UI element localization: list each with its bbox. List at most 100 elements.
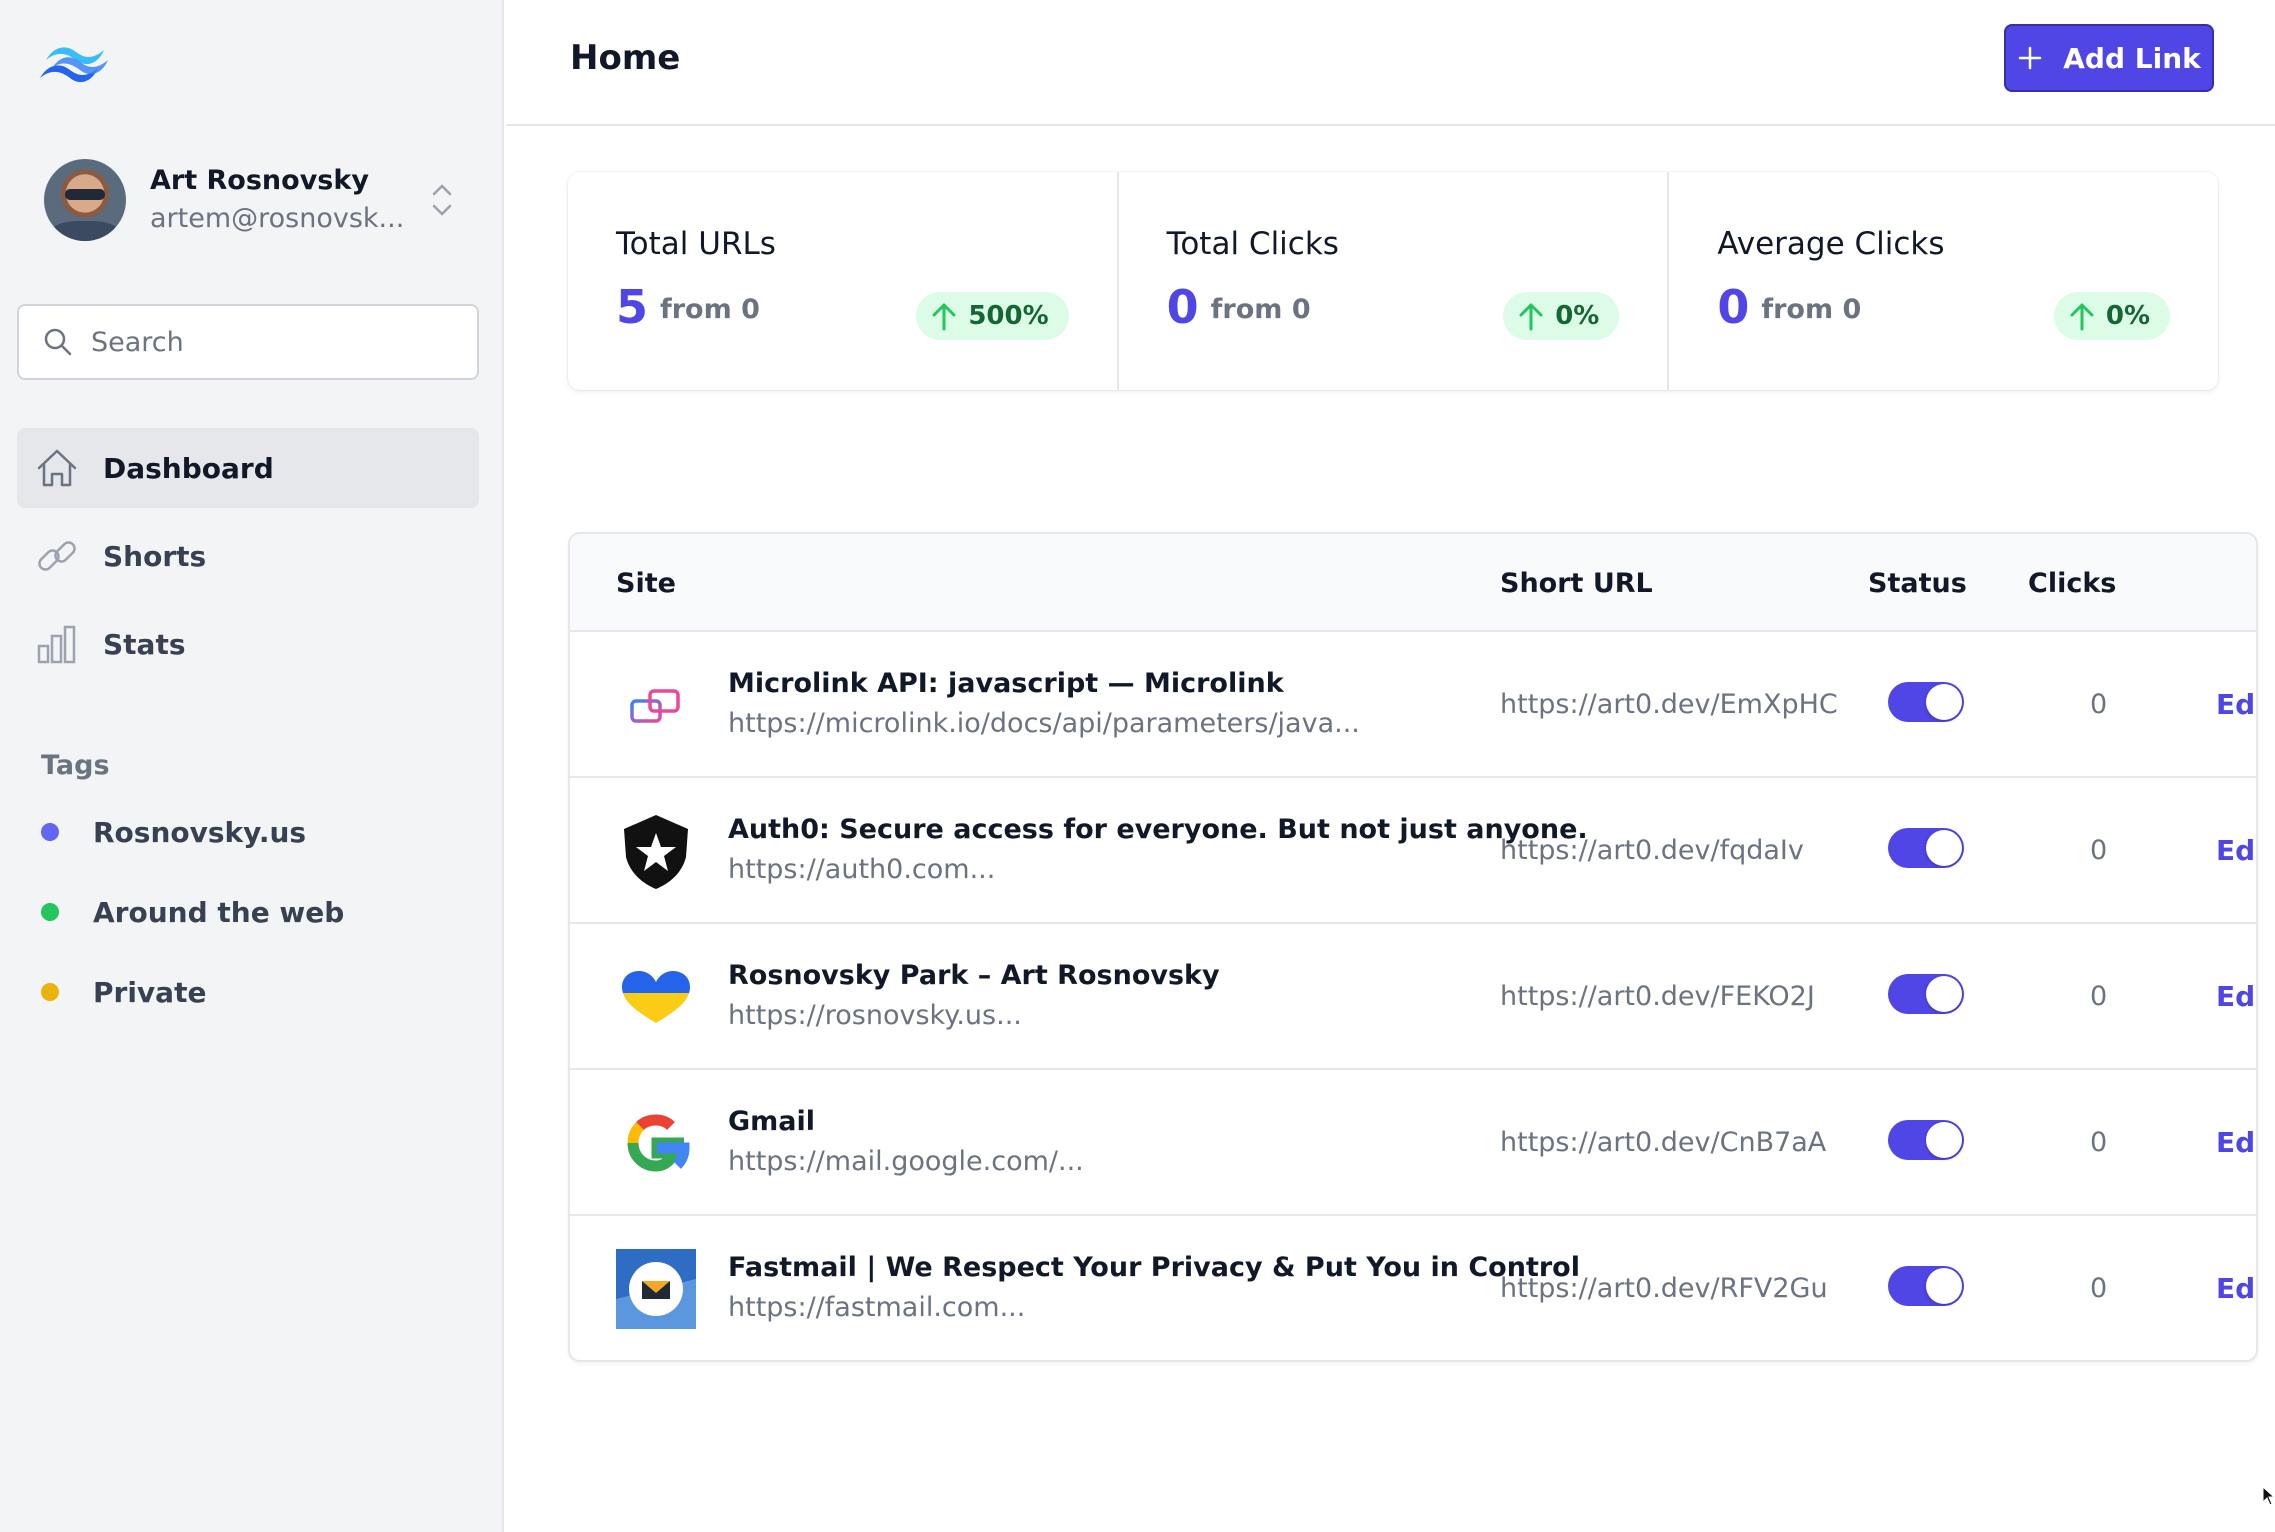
status-toggle[interactable] [1888,1266,1964,1306]
user-menu[interactable]: Art Rosnovsky artem@rosnovsk... [44,158,464,242]
site-url: https://mail.google.com/... [728,1146,1084,1177]
ukraine-heart-icon [622,971,690,1023]
arrow-up-icon [2070,303,2094,331]
stat-total-clicks: Total Clicks 0 from 0 0% [1119,172,1670,390]
status-toggle[interactable] [1888,974,1964,1014]
stat-change-badge: 0% [2053,292,2171,340]
main-content: Home Add Link Total URLs 5 from 0 500% T… [506,0,2275,1532]
auth0-logo-icon [624,815,688,889]
tailwind-logo-icon[interactable] [40,38,116,88]
nav-item-shorts[interactable]: Shorts [17,516,479,596]
top-bar: Home Add Link [506,0,2275,126]
site-url: https://auth0.com... [728,854,996,885]
tag-item-rosnovsky[interactable]: Rosnovsky.us [17,792,479,872]
nav-item-label: Dashboard [103,451,274,485]
edit-link[interactable]: Edit [2216,1126,2256,1159]
stat-change: 500% [968,301,1049,331]
table-row: Fastmail | We Respect Your Privacy & Put… [570,1216,2256,1360]
nav-item-label: Stats [103,627,186,661]
site-title[interactable]: Fastmail | We Respect Your Privacy & Put… [728,1252,1580,1283]
stat-change: 0% [1555,301,1600,331]
click-count: 0 [2090,1273,2108,1304]
chevron-up-down-icon [432,184,452,216]
stat-value: 0 [1166,280,1199,334]
tag-label: Around the web [93,895,345,929]
page-title: Home [570,38,681,78]
stat-average-clicks: Average Clicks 0 from 0 0% [1669,172,2218,390]
home-icon [37,449,77,487]
stat-change: 0% [2105,301,2151,331]
site-url: https://microlink.io/docs/api/parameters… [728,708,1360,739]
tag-list: Rosnovsky.us Around the web Private [17,792,479,1032]
click-count: 0 [2090,1127,2108,1158]
edit-link[interactable]: Edit [2216,834,2256,867]
stat-label: Total Clicks [1166,226,1339,262]
table-row: Rosnovsky Park – Art Rosnovsky https://r… [570,924,2256,1070]
tag-item-private[interactable]: Private [17,952,479,1032]
click-count: 0 [2090,981,2108,1012]
tag-color-dot [41,983,59,1001]
site-url: https://fastmail.com... [728,1292,1026,1323]
search-icon [44,328,72,356]
stat-previous: from 0 [1210,294,1311,325]
user-name: Art Rosnovsky [150,165,369,196]
table-header: Site Short URL Status Clicks [570,534,2256,632]
column-header-site[interactable]: Site [616,568,676,599]
tag-label: Rosnovsky.us [93,815,307,849]
avatar [44,159,126,241]
tag-label: Private [93,975,207,1009]
site-title[interactable]: Gmail [728,1106,815,1137]
column-header-short-url[interactable]: Short URL [1500,568,1653,599]
stats-panel: Total URLs 5 from 0 500% Total Clicks 0 … [568,172,2218,390]
sidebar: Art Rosnovsky artem@rosnovsk... Dashboar… [0,0,504,1532]
edit-link[interactable]: Edit [2216,980,2256,1013]
stat-label: Total URLs [616,226,776,262]
site-title[interactable]: Microlink API: javascript — Microlink [728,668,1284,699]
nav-item-dashboard[interactable]: Dashboard [17,428,479,508]
short-url[interactable]: https://art0.dev/EmXpHC [1500,689,1838,720]
search-input[interactable] [91,326,471,358]
mouse-cursor-icon [2262,1486,2275,1506]
search-box[interactable] [17,304,479,380]
user-email: artem@rosnovsk... [150,203,405,234]
add-link-button[interactable]: Add Link [2004,24,2214,92]
site-title[interactable]: Rosnovsky Park – Art Rosnovsky [728,960,1220,991]
short-url[interactable]: https://art0.dev/RFV2Gu [1500,1273,1828,1304]
status-toggle[interactable] [1888,682,1964,722]
status-toggle[interactable] [1888,828,1964,868]
tag-item-around-the-web[interactable]: Around the web [17,872,479,952]
bar-chart-icon [37,625,76,664]
tags-heading: Tags [41,750,110,781]
tag-color-dot [41,903,59,921]
stat-value: 5 [616,280,649,334]
fastmail-logo-icon [616,1249,696,1329]
link-icon [38,541,76,571]
stat-value: 0 [1717,280,1750,334]
edit-link[interactable]: Edit [2216,688,2256,721]
column-header-clicks[interactable]: Clicks [2028,568,2116,599]
microlink-logo-icon [630,689,680,723]
short-url[interactable]: https://art0.dev/fqdaIv [1500,835,1804,866]
column-header-status[interactable]: Status [1868,568,1967,599]
click-count: 0 [2090,689,2108,720]
arrow-up-icon [932,303,956,331]
status-toggle[interactable] [1888,1120,1964,1160]
table-row: Gmail https://mail.google.com/... https:… [570,1070,2256,1216]
stat-change-badge: 500% [916,292,1069,340]
add-link-label: Add Link [2063,41,2201,75]
nav-item-stats[interactable]: Stats [17,604,479,684]
nav-item-label: Shorts [103,539,207,573]
stat-label: Average Clicks [1717,226,1945,262]
site-title[interactable]: Auth0: Secure access for everyone. But n… [728,814,1588,845]
site-url: https://rosnovsky.us... [728,1000,1022,1031]
click-count: 0 [2090,835,2108,866]
stat-previous: from 0 [1761,294,1862,325]
google-logo-icon [627,1114,690,1172]
tag-color-dot [41,823,59,841]
short-url[interactable]: https://art0.dev/FEKO2J [1500,981,1815,1012]
arrow-up-icon [1519,303,1543,331]
links-table: Site Short URL Status Clicks Microlink A… [568,532,2258,1362]
table-row: Microlink API: javascript — Microlink ht… [570,632,2256,778]
edit-link[interactable]: Edit [2216,1272,2256,1305]
short-url[interactable]: https://art0.dev/CnB7aA [1500,1127,1826,1158]
